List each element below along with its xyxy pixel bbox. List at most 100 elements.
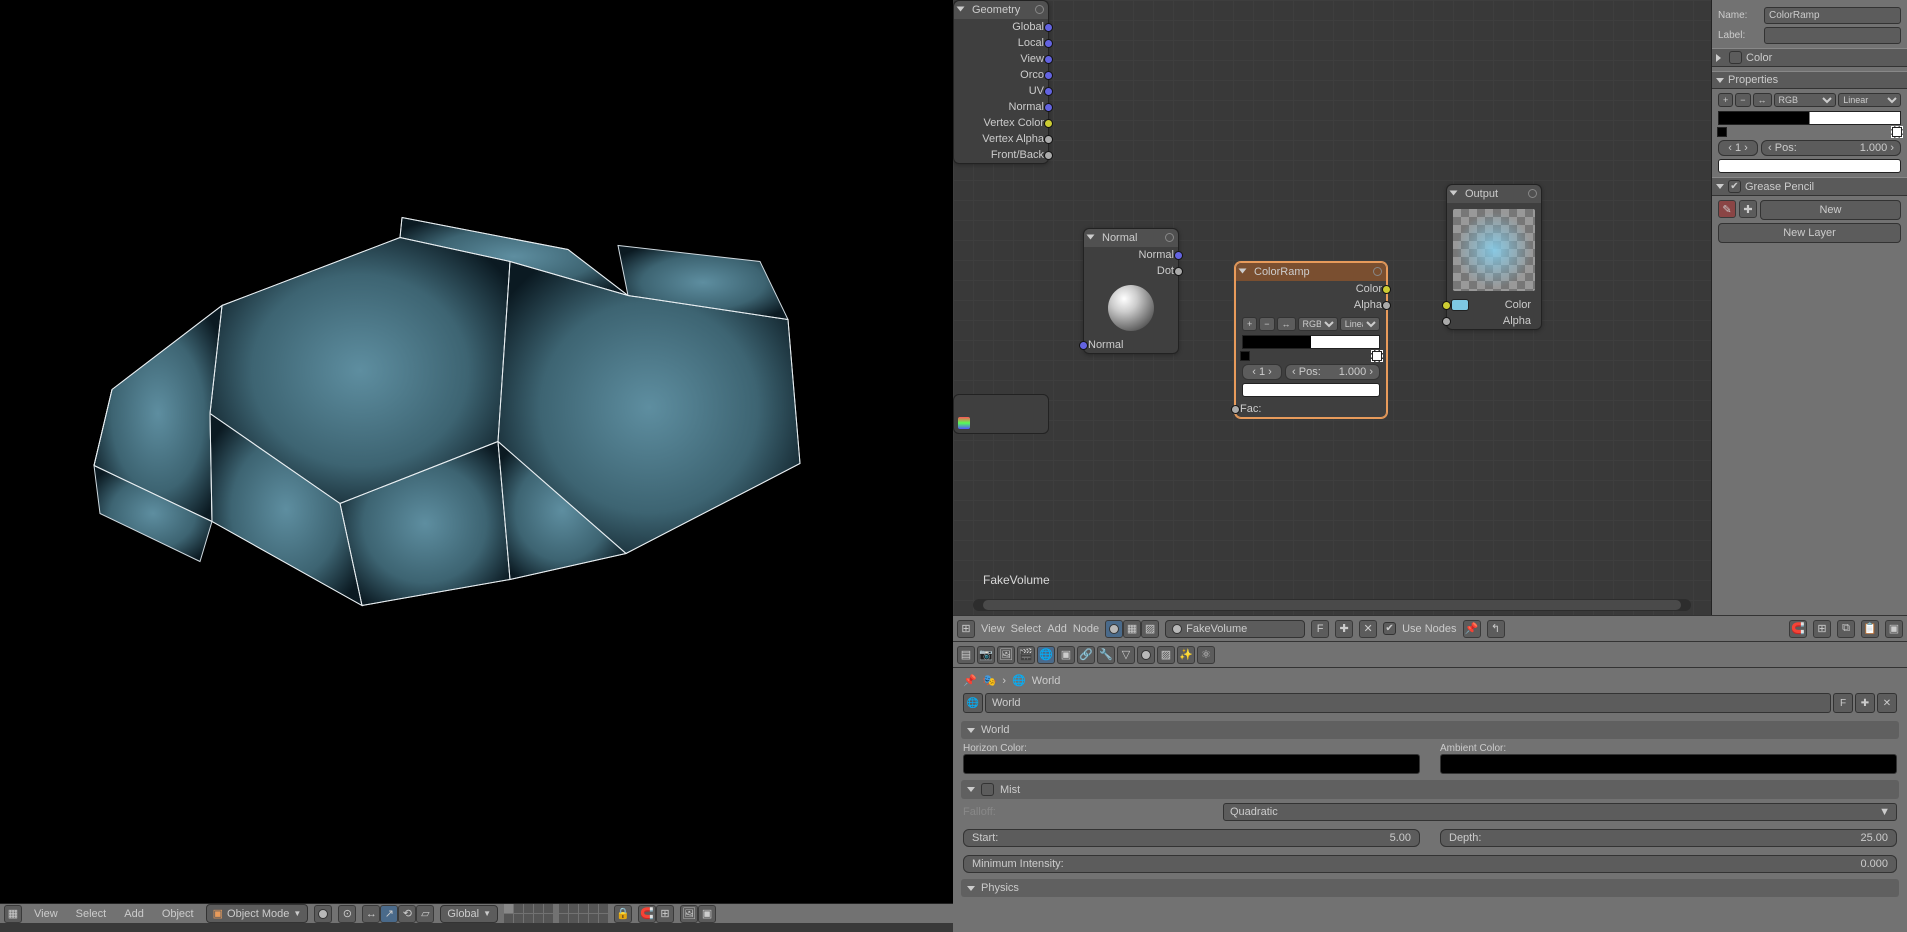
world-browse-icon[interactable]: 🌐 [963,693,983,713]
backdrop-icon[interactable]: ▣ [1885,620,1903,638]
ramp-color-swatch[interactable] [1718,159,1901,173]
lock-icon[interactable]: 🔒 [614,905,632,923]
scale-icon[interactable]: ▱ [416,905,434,923]
ramp-pos-field[interactable]: ‹ Pos:1.000 › [1285,364,1380,380]
node-normal[interactable]: Normal Normal Dot Normal [1083,228,1179,354]
use-nodes-check[interactable]: ✔ [1383,622,1396,635]
panel-world-header[interactable]: World [961,721,1899,739]
add-world-icon[interactable]: ✚ [1855,693,1875,713]
tab-data[interactable]: ▽ [1117,646,1135,664]
snap-type-icon[interactable]: ⊞ [656,905,674,923]
material-browser[interactable]: FakeVolume [1165,620,1305,638]
tab-scene[interactable]: 🎬 [1017,646,1035,664]
snap-icon[interactable]: 🧲 [638,905,656,923]
ramp-flip[interactable]: ↔ [1277,317,1296,331]
del-mat-icon[interactable]: ✕ [1359,620,1377,638]
socket-normal[interactable]: Normal [1084,247,1178,263]
ramp-mode[interactable]: RGB [1774,93,1837,107]
ramp-stop-0[interactable] [1717,127,1727,137]
compositing-icon[interactable]: ▦ [1123,620,1141,638]
copy-icon[interactable]: ⧉ [1837,620,1855,638]
add-mat-icon[interactable]: ✚ [1335,620,1353,638]
orientation-select[interactable]: Global▼ [440,905,498,923]
shader-type-icon[interactable] [1105,620,1123,638]
menu-add[interactable]: Add [1047,623,1067,635]
tab-constraints[interactable]: 🔗 [1077,646,1095,664]
falloff-select[interactable]: Quadratic▼ [1223,803,1897,821]
socket-color-in[interactable]: Color [1447,297,1541,313]
ramp-interp[interactable]: Linear [1838,93,1901,107]
socket-frontback[interactable]: Front/Back [954,147,1048,163]
socket-valpha[interactable]: Vertex Alpha [954,131,1048,147]
pivot-icon[interactable]: ⊙ [338,905,356,923]
shading-icon[interactable] [314,905,332,923]
pin-icon[interactable]: 📌 [963,674,977,687]
ramp-del[interactable]: − [1259,317,1274,331]
tab-render[interactable]: 📷 [977,646,995,664]
ramp-del[interactable]: − [1735,93,1750,107]
horizon-color-field[interactable] [963,754,1420,774]
tab-particles[interactable]: ✨ [1177,646,1195,664]
ramp-stop-index[interactable]: ‹ 1 › [1242,364,1282,380]
menu-view[interactable]: View [28,906,64,922]
socket-view[interactable]: View [954,51,1048,67]
tab-render-layers[interactable]: 🖼 [997,646,1015,664]
menu-select[interactable]: Select [70,906,113,922]
node-editor-canvas[interactable]: Geometry Global Local View Orco UV Norma… [953,0,1711,615]
rotate-icon[interactable]: ⟲ [398,905,416,923]
go-parent-icon[interactable]: ↰ [1487,620,1505,638]
socket-global[interactable]: Global [954,19,1048,35]
gp-new-layer-button[interactable]: New Layer [1718,223,1901,243]
socket-fac[interactable]: Fac: [1236,401,1386,417]
viewport-3d[interactable] [0,0,953,903]
ramp-pos-field[interactable]: ‹ Pos:1.000 › [1761,140,1901,156]
panel-gp-header[interactable]: ✔Grease Pencil [1712,177,1907,196]
ramp-mode[interactable]: RGB [1298,317,1338,331]
node-partial[interactable] [953,394,1049,434]
mode-select[interactable]: ▣Object Mode▼ [206,904,309,923]
ramp-add[interactable]: + [1718,93,1733,107]
snap-type-icon[interactable]: ⊞ [1813,620,1831,638]
ambient-color-field[interactable] [1440,754,1897,774]
tab-modifiers[interactable]: 🔧 [1097,646,1115,664]
node-output[interactable]: Output Color Alpha [1446,184,1542,330]
editor-type-icon[interactable]: ▦ [4,905,22,923]
render-view-icon[interactable]: 🖼 [680,905,698,923]
ramp-stop-0[interactable] [1240,351,1250,361]
f-button[interactable]: F [1833,693,1853,713]
manipulator-icon[interactable]: ↔ [362,905,380,923]
ramp-add[interactable]: + [1242,317,1257,331]
tab-object[interactable]: ▣ [1057,646,1075,664]
ramp-stop-1[interactable] [1892,127,1902,137]
menu-add[interactable]: Add [118,906,150,922]
panel-physics-header[interactable]: Physics [961,879,1899,897]
gp-new-button[interactable]: New [1760,200,1901,220]
pin-icon[interactable]: 📌 [1463,620,1481,638]
socket-normal-out[interactable]: Normal [954,99,1048,115]
ramp-flip[interactable]: ↔ [1753,93,1772,107]
mist-checkbox[interactable] [981,783,994,796]
panel-properties-header[interactable]: Properties [1712,71,1907,89]
world-name-field[interactable]: World [985,693,1831,713]
pencil-icon[interactable]: ✎ [1718,200,1736,218]
editor-type-icon[interactable]: ▤ [957,646,975,664]
colorramp-gradient[interactable] [1242,335,1380,349]
texture-icon[interactable]: ▨ [1141,620,1159,638]
menu-node[interactable]: Node [1073,623,1099,635]
min-intensity-field[interactable]: Minimum Intensity:0.000 [963,855,1897,873]
socket-local[interactable]: Local [954,35,1048,51]
socket-orco[interactable]: Orco [954,67,1048,83]
translate-icon[interactable]: ↗ [380,905,398,923]
socket-color[interactable]: Color [1236,281,1386,297]
paste-icon[interactable]: 📋 [1861,620,1879,638]
ramp-stop-1[interactable] [1372,351,1382,361]
menu-view[interactable]: View [981,623,1005,635]
socket-dot[interactable]: Dot [1084,263,1178,279]
name-field[interactable] [1764,7,1901,24]
start-field[interactable]: Start:5.00 [963,829,1420,847]
menu-object[interactable]: Object [156,906,200,922]
ramp-stop-index[interactable]: ‹ 1 › [1718,140,1758,156]
socket-vcolor[interactable]: Vertex Color [954,115,1048,131]
menu-select[interactable]: Select [1011,623,1042,635]
eraser-icon[interactable]: ✚ [1739,200,1757,218]
